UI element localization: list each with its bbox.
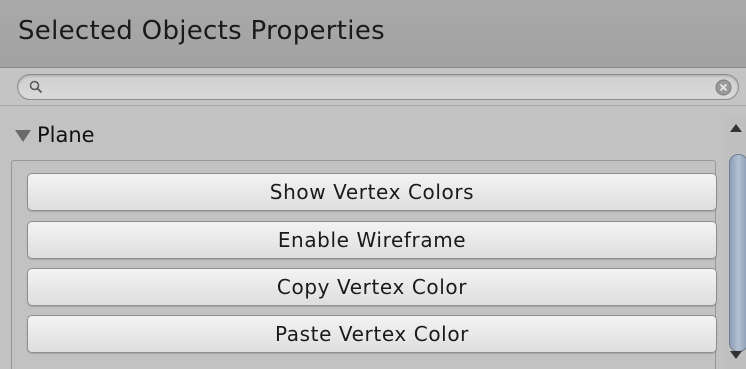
buttons-container: Show Vertex Colors Enable Wireframe Copy… <box>11 160 717 369</box>
scroll-down-arrow-icon[interactable] <box>730 351 742 359</box>
selected-objects-panel: Selected Objects Properties Plane Show V… <box>0 0 746 369</box>
foldout-plane[interactable]: Plane <box>15 121 95 149</box>
search-toolbar <box>0 68 746 106</box>
foldout-label: Plane <box>37 123 95 147</box>
search-input[interactable] <box>58 77 678 97</box>
copy-vertex-color-button[interactable]: Copy Vertex Color <box>27 268 717 306</box>
search-icon <box>29 80 43 94</box>
enable-wireframe-button[interactable]: Enable Wireframe <box>27 221 717 259</box>
clear-icon[interactable] <box>715 79 732 96</box>
foldout-arrow-icon[interactable] <box>15 129 31 142</box>
panel-header: Selected Objects Properties <box>0 0 746 68</box>
panel-title: Selected Objects Properties <box>18 16 385 46</box>
scrollbar-thumb[interactable] <box>729 154 746 352</box>
search-field[interactable] <box>17 74 739 100</box>
scroll-up-arrow-icon[interactable] <box>730 124 742 132</box>
paste-vertex-color-button[interactable]: Paste Vertex Color <box>27 315 717 353</box>
show-vertex-colors-button[interactable]: Show Vertex Colors <box>27 173 717 211</box>
vertical-scrollbar[interactable] <box>726 116 746 369</box>
